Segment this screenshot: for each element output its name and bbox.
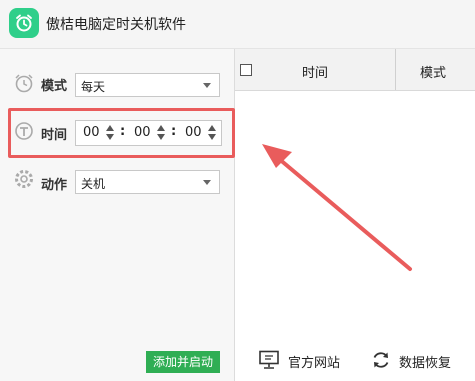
alarm-clock-icon [9, 8, 39, 38]
annotation-highlight-box [8, 108, 235, 158]
data-restore-link[interactable]: 数据恢复 [399, 352, 451, 371]
action-label: 动作 [41, 178, 68, 193]
mode-select-value: 每天 [81, 80, 106, 94]
task-table-header: 时间 模式 [235, 49, 475, 91]
title-bar: 傲桔电脑定时关机软件 [0, 0, 475, 49]
chevron-down-icon [203, 83, 211, 88]
mode-select[interactable]: 每天 [75, 73, 220, 97]
mode-label: 模式 [41, 79, 68, 94]
monitor-icon [259, 350, 279, 369]
app-title: 傲桔电脑定时关机软件 [46, 17, 186, 33]
gear-icon [15, 170, 33, 188]
clock-icon [15, 74, 33, 93]
chevron-down-icon [203, 180, 211, 185]
annotation-arrow [262, 144, 412, 271]
official-website-link[interactable]: 官方网站 [288, 352, 340, 371]
settings-panel [0, 49, 235, 381]
action-select[interactable]: 关机 [75, 170, 220, 194]
column-time: 时间 [302, 66, 329, 81]
refresh-icon [373, 352, 389, 368]
column-mode: 模式 [420, 66, 447, 81]
add-and-start-button[interactable]: 添加并启动 [146, 351, 220, 373]
select-all-checkbox[interactable] [240, 64, 252, 76]
action-select-value: 关机 [81, 177, 106, 191]
column-divider [395, 49, 396, 90]
